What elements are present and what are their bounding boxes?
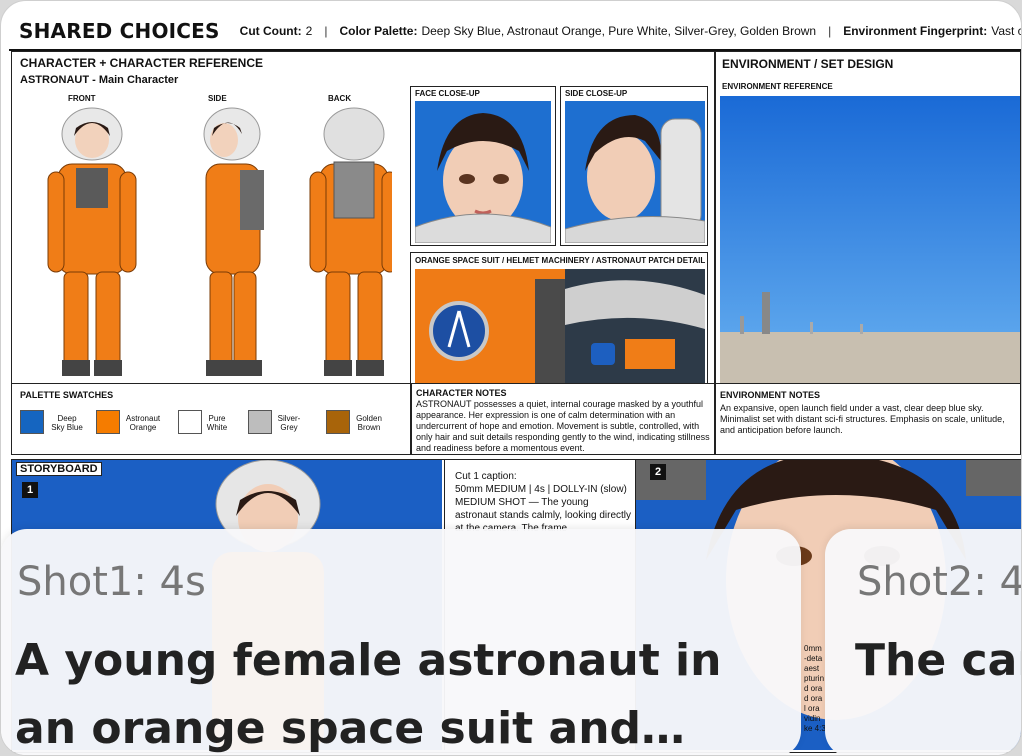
character-panel: CHARACTER + CHARACTER REFERENCE ASTRONAU… [11, 51, 715, 389]
suit-detail-label: ORANGE SPACE SUIT / HELMET MACHINERY / A… [415, 256, 706, 265]
environment-reference-label: ENVIRONMENT REFERENCE [722, 82, 833, 91]
shot-1-caption: A young female astronaut in an orange sp… [15, 635, 722, 754]
environment-reference-image [720, 96, 1020, 386]
shot-1-duration: Shot1: 4s [17, 559, 206, 605]
screen-frame: SHARED CHOICES Cut Count: 2 | Color Pale… [0, 0, 1022, 756]
side-closeup-image [565, 101, 705, 243]
character-subtitle: ASTRONAUT - Main Character [20, 74, 179, 86]
environment-notes-title: ENVIRONMENT NOTES [720, 390, 821, 400]
environment-value: Vast clear deep blue sky [991, 24, 1021, 38]
swatch-astronaut-orange [96, 410, 120, 434]
character-notes-text: ASTRONAUT possesses a quiet, internal co… [416, 399, 710, 453]
sheet-title: SHARED CHOICES [19, 19, 220, 43]
swatch-deep-sky-blue [20, 410, 44, 434]
character-section-title: CHARACTER + CHARACTER REFERENCE [20, 56, 264, 70]
swatch-label: Astronaut Orange [125, 414, 161, 432]
suit-detail-image [415, 269, 705, 385]
side-closeup-panel: SIDE CLOSE-UP [560, 86, 708, 246]
environment-panel: ENVIRONMENT / SET DESIGN ENVIRONMENT REF… [715, 51, 1021, 389]
astronaut-turnaround-image [47, 107, 392, 376]
character-notes-title: CHARACTER NOTES [416, 388, 507, 398]
face-closeup-label: FACE CLOSE-UP [415, 89, 480, 98]
cut-count-label: Cut Count: [239, 24, 302, 38]
environment-notes-panel: ENVIRONMENT NOTES An expansive, open lau… [715, 383, 1021, 455]
shot-2-duration: Shot2: 4 [857, 559, 1022, 605]
suit-detail-panel: ORANGE SPACE SUIT / HELMET MACHINERY / A… [410, 252, 708, 388]
environment-section-title: ENVIRONMENT / SET DESIGN [722, 57, 894, 71]
shared-choices-header: SHARED CHOICES Cut Count: 2 | Color Pale… [9, 13, 1021, 51]
face-closeup-image [415, 101, 551, 243]
view-label-side: SIDE [208, 94, 227, 103]
shot-card-2[interactable]: Shot2: 4 The car portrai [825, 529, 1022, 755]
character-notes-panel: CHARACTER NOTES ASTRONAUT possesses a qu… [411, 383, 715, 455]
astronaut-side [203, 107, 264, 376]
swatch-label: Deep Sky Blue [51, 414, 83, 432]
view-label-front: FRONT [68, 94, 96, 103]
palette-title: PALETTE SWATCHES [20, 390, 114, 400]
shot-2-caption: The car portrai [855, 635, 1021, 686]
face-closeup-panel: FACE CLOSE-UP [410, 86, 556, 246]
palette-value: Deep Sky Blue, Astronaut Orange, Pure Wh… [421, 24, 817, 38]
astronaut-back [309, 107, 392, 376]
environment-label: Environment Fingerprint: [843, 24, 988, 38]
swatch-label: Silver- Grey [277, 414, 301, 432]
palette-panel: PALETTE SWATCHES Deep Sky Blue Astronaut O… [11, 383, 411, 455]
view-label-back: BACK [328, 94, 352, 103]
frame-2-number: 2 [650, 464, 666, 480]
cut-2-caption-fragment: 0mm -deta aest pturin d ora d ora l ora … [804, 644, 826, 733]
astronaut-front [47, 107, 137, 376]
cut-count-value: 2 [305, 24, 313, 38]
swatch-label: Golden Brown [356, 414, 382, 432]
storyboard-title: STORYBOARD [16, 462, 102, 476]
swatch-label: Pure White [206, 414, 228, 432]
palette-label: Color Palette: [339, 24, 418, 38]
divider: | [324, 24, 328, 38]
shot-card-1[interactable]: Shot1: 4s A young female astronaut in an… [1, 529, 801, 755]
side-closeup-label: SIDE CLOSE-UP [565, 89, 628, 98]
environment-notes-text: An expansive, open launch field under a … [720, 403, 1005, 435]
cut-1-caption-text: Cut 1 caption: 50mm MEDIUM | 4s | DOLLY-… [455, 471, 632, 534]
frame-1-number: 1 [22, 482, 38, 498]
divider: | [828, 24, 832, 38]
